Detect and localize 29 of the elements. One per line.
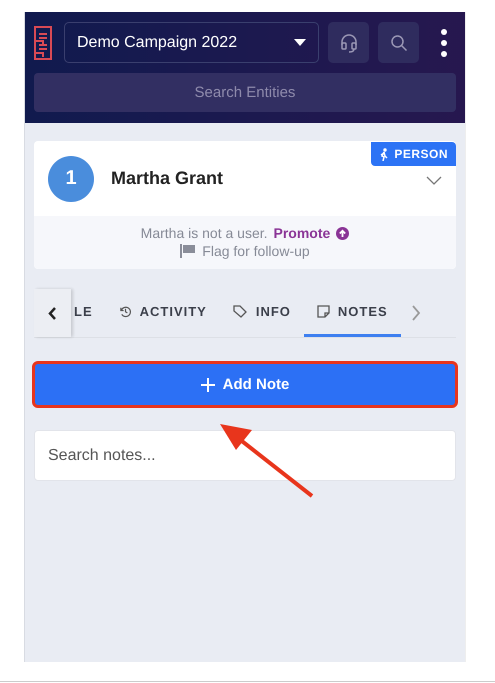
tab[interactable]: INFO <box>220 289 304 337</box>
search-field[interactable]: Search Entities <box>34 73 456 112</box>
tab[interactable]: LE <box>71 289 106 337</box>
campaign-dropdown[interactable]: Demo Campaign 2022 <box>64 22 319 63</box>
plus-icon <box>200 378 215 392</box>
menu-icon[interactable] <box>440 28 448 58</box>
tab[interactable]: NOTES <box>304 289 401 337</box>
tab[interactable]: ACTIVITY <box>106 289 220 337</box>
search-icon <box>390 34 408 52</box>
promote-link[interactable]: Promote <box>274 225 330 241</box>
logo-icon <box>34 26 52 60</box>
scroll-left-button[interactable] <box>34 289 71 337</box>
person-badge: PERSON <box>371 142 456 166</box>
headset-icon <box>338 32 358 52</box>
search-button[interactable] <box>378 22 419 63</box>
add-note-button[interactable]: Add Note <box>32 361 458 408</box>
avatar: 1 <box>48 156 94 202</box>
chevron-icon[interactable] <box>426 176 442 186</box>
history-icon <box>118 305 132 318</box>
tag-icon <box>232 305 248 318</box>
note-icon <box>316 305 330 318</box>
user-status-text: Martha is not a user. <box>140 225 268 241</box>
flag-icon <box>180 244 196 258</box>
caret-icon <box>294 39 306 46</box>
chevron-left-icon <box>48 306 57 320</box>
headset-button[interactable] <box>328 22 369 63</box>
entity-name: Martha Grant <box>111 168 224 189</box>
up-arrow-icon <box>336 226 350 240</box>
notes-search-field[interactable]: Search notes... <box>34 430 456 481</box>
